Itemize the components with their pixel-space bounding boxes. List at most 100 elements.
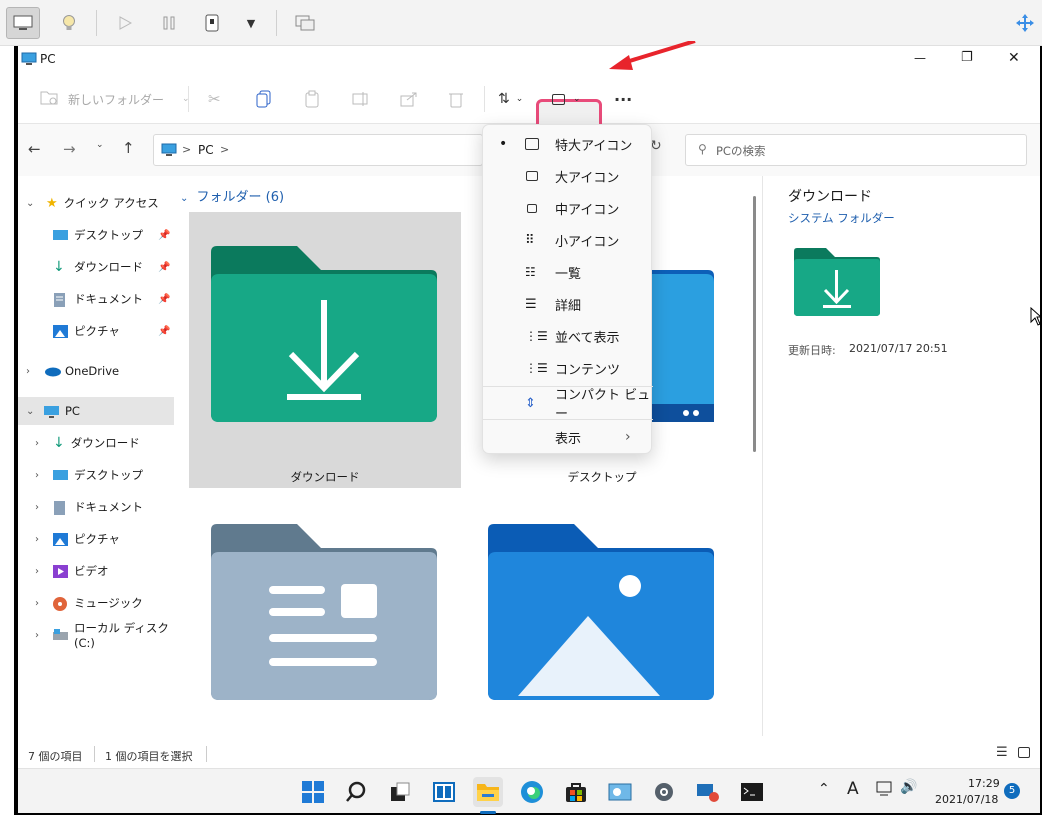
screens-icon[interactable] <box>288 7 322 39</box>
menu-item-tiles[interactable]: ⋮☰ 並べて表示 <box>483 320 653 352</box>
recent-chevron-icon[interactable]: ⌄ <box>96 140 104 150</box>
sort-icon: ⇅ <box>498 91 510 107</box>
video-icon <box>53 564 68 578</box>
sidebar-item-onedrive[interactable]: › OneDrive <box>18 357 174 385</box>
desktop-icon <box>53 469 68 482</box>
monitor-icon[interactable] <box>6 7 40 39</box>
move-icon[interactable] <box>1008 7 1042 39</box>
star-icon: ★ <box>46 195 58 211</box>
sidebar-item-pc-music[interactable]: › ミュージック <box>18 589 174 617</box>
clock-date[interactable]: 2021/07/18 <box>935 793 998 806</box>
notification-badge[interactable]: 5 <box>1004 783 1020 799</box>
divider <box>206 746 207 762</box>
network-icon[interactable] <box>876 779 894 800</box>
pin-icon[interactable]: 📌 <box>158 294 170 305</box>
sort-button[interactable]: ⇅ ⌄ <box>498 86 523 112</box>
restore-button[interactable]: ❐ <box>961 50 973 65</box>
task-view-icon[interactable] <box>385 777 415 807</box>
menu-item-small-icons[interactable]: ⠿ 小アイコン <box>483 224 653 256</box>
menu-item-details[interactable]: ☰ 詳細 <box>483 288 653 320</box>
pin-icon[interactable]: 📌 <box>158 262 170 273</box>
sidebar-item-pictures[interactable]: ピクチャ 📌 <box>18 317 174 345</box>
chevron-down-icon: ⌄ <box>26 405 35 417</box>
menu-item-content[interactable]: ⋮☰ コンテンツ <box>483 352 653 384</box>
lightbulb-icon[interactable] <box>52 7 86 39</box>
dropdown-icon[interactable]: ▼ <box>234 7 268 39</box>
search-input[interactable]: ⚲ PCの検索 <box>685 134 1027 166</box>
paste-button[interactable] <box>304 86 320 112</box>
sidebar-item-pc-pictures[interactable]: › ピクチャ <box>18 525 174 553</box>
share-button[interactable] <box>400 86 418 112</box>
modified-value: 2021/07/17 20:51 <box>849 342 948 355</box>
pin-icon[interactable]: 📌 <box>158 230 170 241</box>
remote-desktop-icon[interactable] <box>693 777 723 807</box>
menu-item-list[interactable]: ☷ 一覧 <box>483 256 653 288</box>
copy-button[interactable] <box>256 86 272 112</box>
chevron-right-icon: › <box>625 429 631 445</box>
rename-button[interactable] <box>352 86 370 112</box>
cut-button[interactable]: ✂ <box>208 86 221 112</box>
folder-tile-pictures[interactable] <box>466 498 738 728</box>
folder-tile-documents[interactable] <box>189 498 461 728</box>
terminal-icon[interactable] <box>737 777 767 807</box>
pause-icon[interactable] <box>152 7 186 39</box>
details-view-icon[interactable]: ☰ <box>996 745 1008 760</box>
folder-tile-downloads[interactable]: ダウンロード <box>189 212 461 488</box>
close-button[interactable]: ✕ <box>1008 50 1020 66</box>
taskbar: ⌃ A 🔊 17:29 2021/07/18 5 <box>18 768 1040 814</box>
tiles-view-icon[interactable] <box>1018 747 1030 758</box>
delete-button[interactable] <box>448 86 464 112</box>
pin-icon[interactable]: 📌 <box>158 326 170 337</box>
menu-item-large-icons[interactable]: 大アイコン <box>483 160 653 192</box>
download-folder-icon <box>794 248 880 316</box>
volume-icon[interactable]: 🔊 <box>900 779 917 795</box>
sidebar-item-documents[interactable]: ドキュメント 📌 <box>18 285 174 313</box>
view-button[interactable]: ⌄ <box>552 86 581 112</box>
breadcrumb-pc[interactable]: PC <box>198 143 214 157</box>
up-arrow-icon[interactable]: ↑ <box>122 139 135 157</box>
sidebar-item-pc-downloads[interactable]: › ↓ ダウンロード <box>18 429 174 457</box>
store-icon[interactable] <box>561 777 591 807</box>
snap-layout-icon[interactable] <box>429 777 459 807</box>
new-folder-button[interactable]: 新しいフォルダー ⌄ <box>40 86 190 112</box>
menu-item-extra-large-icons[interactable]: • 特大アイコン <box>483 128 653 160</box>
sidebar-item-desktop[interactable]: デスクトップ 📌 <box>18 221 174 249</box>
chevron-down-icon: ⌄ <box>515 94 524 104</box>
explorer-taskbar-icon[interactable] <box>473 777 503 807</box>
sidebar-item-pc-videos[interactable]: › ビデオ <box>18 557 174 585</box>
compact-view-icon: ⇕ <box>525 395 536 411</box>
scrollbar[interactable] <box>753 196 756 452</box>
sidebar-item-downloads[interactable]: ↓ ダウンロード 📌 <box>18 253 174 281</box>
settings-gear-icon[interactable] <box>649 777 679 807</box>
chevron-up-icon[interactable]: ⌃ <box>818 781 830 797</box>
forward-arrow-icon[interactable]: → <box>63 140 76 158</box>
usb-icon[interactable] <box>195 7 229 39</box>
control-panel-icon[interactable] <box>605 777 635 807</box>
sidebar-item-pc-desktop[interactable]: › デスクトップ <box>18 461 174 489</box>
sidebar-item-pc[interactable]: ⌄ PC <box>18 397 174 425</box>
sidebar-item-quick-access[interactable]: ⌄ ★ クイック アクセス <box>18 189 174 217</box>
back-arrow-icon[interactable]: ← <box>28 140 41 158</box>
minimize-button[interactable]: — <box>914 51 926 65</box>
start-icon[interactable] <box>298 777 328 807</box>
menu-item-show[interactable]: 表示 › <box>483 421 653 453</box>
window-title: PC <box>40 52 56 66</box>
sidebar-item-pc-documents[interactable]: › ドキュメント <box>18 493 174 521</box>
clock-time[interactable]: 17:29 <box>968 777 1000 790</box>
search-icon[interactable] <box>341 777 371 807</box>
menu-item-compact-view[interactable]: ⇕ コンパクト ビュー <box>483 387 653 422</box>
menu-item-medium-icons[interactable]: 中アイコン <box>483 192 653 224</box>
edge-icon[interactable] <box>517 777 547 807</box>
play-icon[interactable] <box>108 7 142 39</box>
tiles-icon: ⋮☰ <box>525 329 548 343</box>
more-button[interactable]: ··· <box>614 86 632 112</box>
ime-indicator[interactable]: A <box>847 779 859 799</box>
sidebar-item-local-disk[interactable]: › ローカル ディスク (C:) <box>18 621 174 650</box>
selected-count: 1 個の項目を選択 <box>105 750 193 763</box>
group-header[interactable]: ⌄ フォルダー (6) <box>180 186 284 205</box>
desktop-icon <box>53 229 68 242</box>
details-title: ダウンロード <box>788 189 872 205</box>
document-icon <box>53 292 68 307</box>
active-indicator <box>480 811 496 814</box>
address-bar[interactable]: > PC > <box>153 134 483 166</box>
